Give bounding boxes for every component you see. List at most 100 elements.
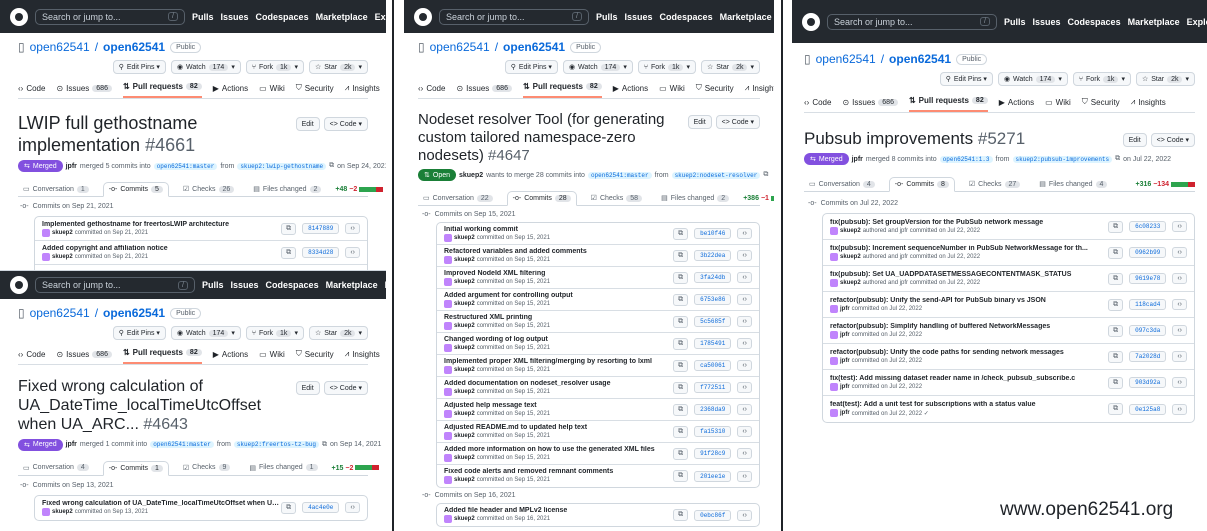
nav-marketplace[interactable]: Marketplace xyxy=(326,280,378,290)
copy-sha-button[interactable]: ⧉ xyxy=(673,403,689,416)
copy-icon[interactable]: ⧉ xyxy=(1115,155,1120,163)
browse-files-button[interactable]: ‹› xyxy=(737,250,752,261)
browse-files-button[interactable]: ‹› xyxy=(345,223,360,235)
copy-sha-button[interactable]: ⧉ xyxy=(673,271,689,284)
tab-issues[interactable]: ⊙ Issues 686 xyxy=(56,84,112,98)
github-logo-icon[interactable] xyxy=(10,7,28,26)
commit-author[interactable]: skuep2 xyxy=(454,235,475,241)
copy-icon[interactable]: ⧉ xyxy=(763,171,768,179)
tab-checks[interactable]: ☑ Checks 27 xyxy=(964,177,1025,191)
commit-sha-link[interactable]: 097c3da xyxy=(1129,325,1167,337)
pr-author-link[interactable]: skuep2 xyxy=(459,172,483,179)
copy-sha-button[interactable]: ⧉ xyxy=(673,509,689,521)
tab-security[interactable]: ⛉ Security xyxy=(696,83,734,98)
nav-marketplace[interactable]: Marketplace xyxy=(720,12,772,22)
edit-pins-button[interactable]: ⚲ Edit Pins ▾ xyxy=(112,60,166,74)
commit-author[interactable]: jpfr xyxy=(840,410,850,416)
copy-icon[interactable]: ⧉ xyxy=(322,441,327,449)
commit-message-link[interactable]: Added documentation on nodeset_resolver … xyxy=(444,380,673,387)
tab-pull-requests[interactable]: ⇅ Pull requests 82 xyxy=(122,348,202,364)
nav-pulls[interactable]: Pulls xyxy=(1004,17,1026,27)
commit-message-link[interactable]: Refactored variables and added comments xyxy=(444,248,673,255)
commit-author[interactable]: skuep2 xyxy=(454,323,475,329)
commit-message-link[interactable]: Initial working commit xyxy=(444,226,673,233)
head-branch[interactable]: skuep2:lwip-gethostname xyxy=(237,162,327,170)
tab-pull-requests[interactable]: ⇅ Pull requests 82 xyxy=(522,82,602,98)
pr-author-link[interactable]: jpfr xyxy=(852,156,863,163)
commit-sha-link[interactable]: 2368da9 xyxy=(694,404,732,415)
nav-issues[interactable]: Issues xyxy=(231,280,259,290)
tab-conversation[interactable]: ▭ Conversation 4 xyxy=(18,461,94,475)
commit-message-link[interactable]: fix(pubsub): Set groupVersion for the Pu… xyxy=(830,219,1108,226)
head-branch[interactable]: skuep2:freertos-tz-bug xyxy=(233,441,320,449)
tab-files-changed[interactable]: ▤ Files changed 1 xyxy=(244,461,322,475)
code-dropdown-button[interactable]: <> Code ▾ xyxy=(715,115,760,129)
repo-owner-link[interactable]: open62541 xyxy=(430,40,490,54)
commit-message-link[interactable]: Changed wording of log output xyxy=(444,336,673,343)
commit-sha-link[interactable]: 7a2028d xyxy=(1129,351,1167,363)
tab-files-changed[interactable]: ▤ Files changed 2 xyxy=(248,182,326,196)
commit-message-link[interactable]: refactor(pubsub): Unify the send-API for… xyxy=(830,297,1108,304)
tab-checks[interactable]: ☑ Checks 9 xyxy=(178,461,236,475)
browse-files-button[interactable]: ‹› xyxy=(737,470,752,482)
repo-name-link[interactable]: open62541 xyxy=(103,40,165,54)
copy-sha-button[interactable]: ⧉ xyxy=(281,222,297,235)
watch-button[interactable]: ◉ Watch 174 ▾ xyxy=(170,60,241,74)
commit-sha-link[interactable]: 4ac4e0e xyxy=(302,502,340,514)
commit-message-link[interactable]: Restructured XML printing xyxy=(444,314,673,321)
commit-author[interactable]: skuep2 xyxy=(454,411,475,417)
edit-pins-button[interactable]: ⚲ Edit Pins ▾ xyxy=(112,326,166,340)
code-dropdown-button[interactable]: <> Code ▾ xyxy=(1150,133,1195,147)
commit-sha-link[interactable]: 118cad4 xyxy=(1129,299,1167,311)
copy-sha-button[interactable]: ⧉ xyxy=(1108,272,1124,285)
copy-sha-button[interactable]: ⧉ xyxy=(1108,298,1124,311)
commit-sha-link[interactable]: 0962b99 xyxy=(1129,247,1167,259)
browse-files-button[interactable]: ‹› xyxy=(737,360,752,371)
code-dropdown-button[interactable]: <> Code ▾ xyxy=(323,117,368,131)
commit-sha-link[interactable]: be10f46 xyxy=(694,228,732,239)
tab-actions[interactable]: ▶ Actions xyxy=(213,350,248,364)
browse-files-button[interactable]: ‹› xyxy=(1172,377,1187,389)
copy-sha-button[interactable]: ⧉ xyxy=(281,501,297,514)
tab-files-changed[interactable]: ▤ Files changed 2 xyxy=(656,191,734,205)
search-input[interactable]: Search or jump to... / xyxy=(827,13,997,30)
tab-wiki[interactable]: ▭ Wiki xyxy=(659,84,685,98)
commit-message-link[interactable]: Adjusted README.md to updated help text xyxy=(444,424,673,431)
star-button[interactable]: ☆ Star 2k ▾ xyxy=(308,326,368,340)
tab-security[interactable]: ⛉ Security xyxy=(296,349,334,364)
tab-conversation[interactable]: ▭ Conversation 22 xyxy=(418,191,498,205)
pr-author-link[interactable]: jpfr xyxy=(66,163,77,170)
star-button[interactable]: ☆ Star 2k ▾ xyxy=(700,60,760,74)
browse-files-button[interactable]: ‹› xyxy=(1172,273,1187,285)
repo-name-link[interactable]: open62541 xyxy=(103,306,165,320)
tab-issues[interactable]: ⊙ Issues 686 xyxy=(456,84,512,98)
watch-button[interactable]: ◉ Watch 174 ▾ xyxy=(170,326,241,340)
github-logo-icon[interactable] xyxy=(10,276,28,294)
tab-code[interactable]: ‹› Code xyxy=(18,84,45,98)
tab-insights[interactable]: ⩘Insights xyxy=(345,349,380,364)
copy-sha-button[interactable]: ⧉ xyxy=(673,381,689,394)
commit-message-link[interactable]: Fixed code alerts and removed remnant co… xyxy=(444,468,673,475)
commit-sha-link[interactable]: f772511 xyxy=(694,382,732,393)
commit-sha-link[interactable]: 6753e86 xyxy=(694,294,732,305)
commit-message-link[interactable]: Implemented proper XML filtering/merging… xyxy=(444,358,673,365)
tab-checks[interactable]: ☑ Checks 58 xyxy=(586,191,647,205)
browse-files-button[interactable]: ‹› xyxy=(1172,325,1187,337)
tab-code[interactable]: ‹› Code xyxy=(418,84,445,98)
tab-pull-requests[interactable]: ⇅ Pull requests 82 xyxy=(908,96,988,112)
copy-sha-button[interactable]: ⧉ xyxy=(673,249,689,262)
browse-files-button[interactable]: ‹› xyxy=(1172,247,1187,259)
repo-name-link[interactable]: open62541 xyxy=(503,40,565,54)
copy-sha-button[interactable]: ⧉ xyxy=(673,293,689,306)
commit-sha-link[interactable]: 3fa24db xyxy=(694,272,732,283)
commit-author[interactable]: skuep2 xyxy=(840,254,861,260)
copy-sha-button[interactable]: ⧉ xyxy=(1108,246,1124,259)
commit-sha-link[interactable]: fa15310 xyxy=(694,426,732,437)
commit-message-link[interactable]: fix(test): Add missing dataset reader na… xyxy=(830,375,1108,382)
head-branch[interactable]: skuep2:nodeset-resolver xyxy=(671,171,761,179)
commit-message-link[interactable]: Added copyright and affiliation notice xyxy=(42,245,281,252)
nav-explore[interactable]: Explore xyxy=(385,280,386,290)
fork-button[interactable]: ⑂ Fork 1k ▾ xyxy=(245,60,304,74)
commit-author[interactable]: skuep2 xyxy=(454,345,475,351)
commit-author[interactable]: skuep2 xyxy=(52,230,73,236)
